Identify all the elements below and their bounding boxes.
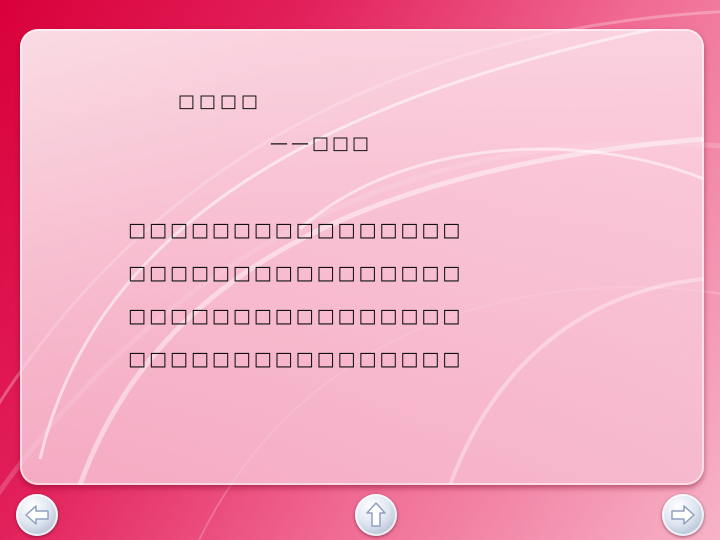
home-slide-button[interactable] xyxy=(355,494,397,536)
poem-line: □□□□□□□□□□□□□□□□ xyxy=(128,219,464,241)
arrow-up-icon xyxy=(366,502,386,527)
arrow-left-icon xyxy=(25,505,49,525)
poem-line: □□□□□□□□□□□□□□□□ xyxy=(128,262,464,284)
poem-line: □□□□□□□□□□□□□□□□ xyxy=(128,305,464,327)
content-panel: □□□□ ——□□□ □□□□□□□□□□□□□□□□ □□□□□□□□□□□□… xyxy=(20,29,704,485)
poem-line: □□□□□□□□□□□□□□□□ xyxy=(128,348,464,370)
previous-slide-button[interactable] xyxy=(16,494,58,536)
next-slide-button[interactable] xyxy=(662,494,704,536)
poem-author: ——□□□ xyxy=(270,133,373,154)
arrow-right-icon xyxy=(671,505,695,525)
poem-title: □□□□ xyxy=(178,91,263,112)
poem-body: □□□□□□□□□□□□□□□□ □□□□□□□□□□□□□□□□ □□□□□□… xyxy=(128,219,463,391)
